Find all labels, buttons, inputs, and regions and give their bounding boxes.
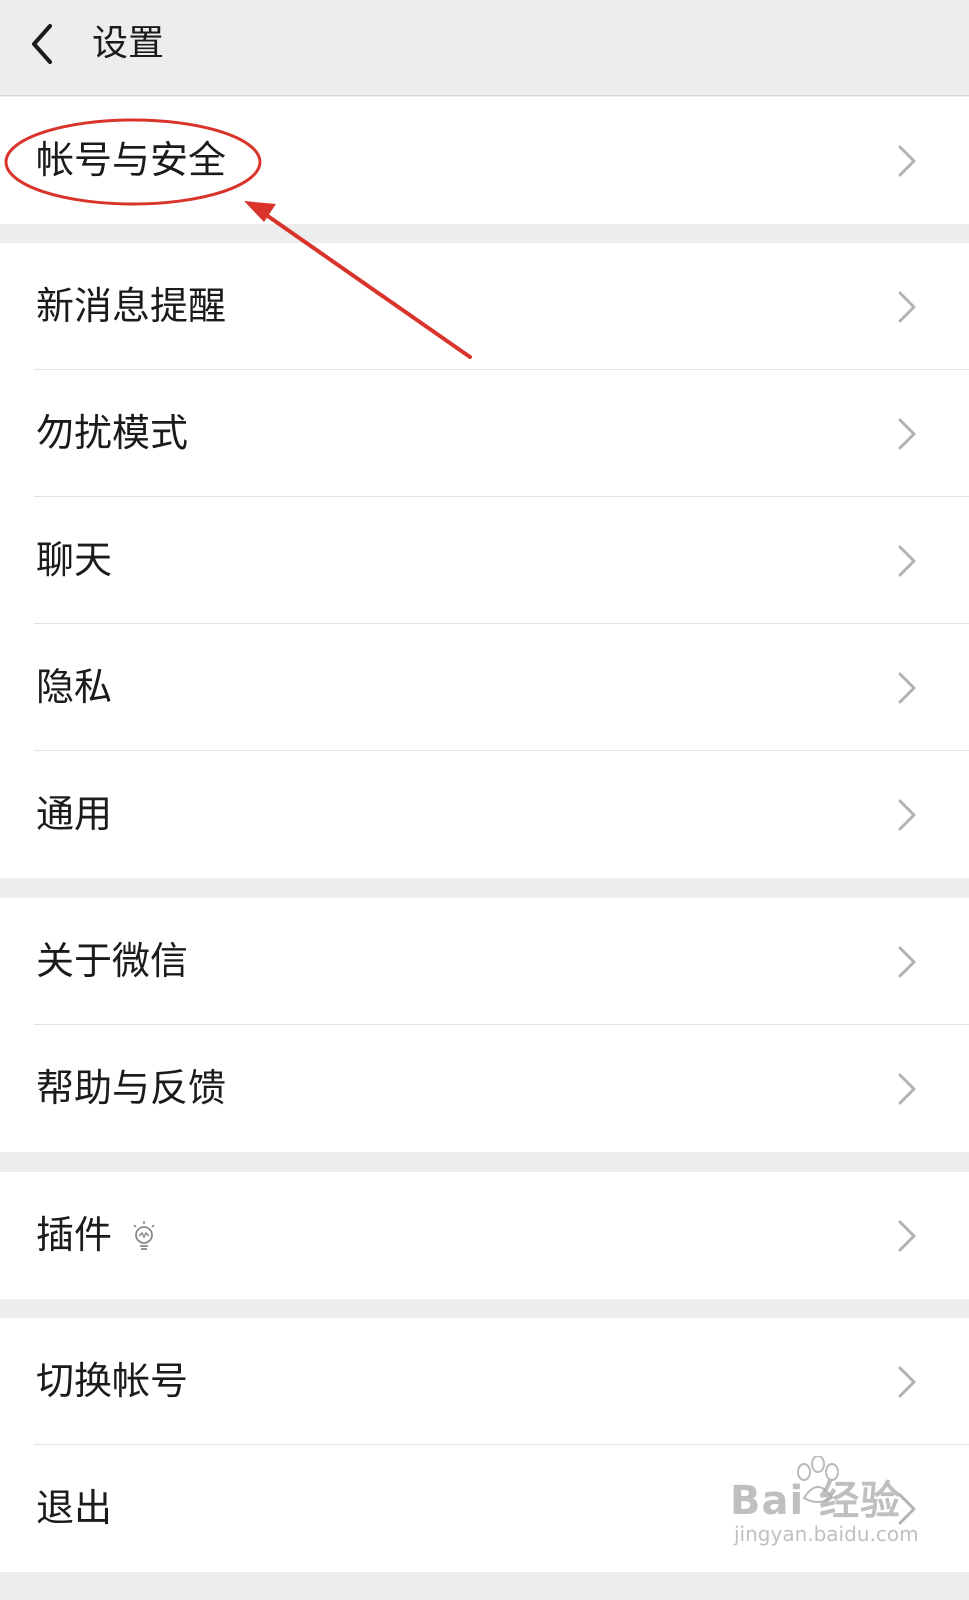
settings-item-about[interactable]: 关于微信	[0, 898, 969, 1025]
chevron-right-icon	[898, 1220, 916, 1252]
chevron-right-icon	[898, 946, 916, 978]
settings-item-label: 聊天	[36, 538, 113, 582]
chevron-right-icon	[898, 145, 916, 177]
settings-item-label: 切换帐号	[36, 1359, 189, 1403]
settings-item-label: 勿扰模式	[36, 411, 189, 455]
watermark-url: jingyan.baidu.com	[734, 1522, 919, 1546]
settings-item-label: 新消息提醒	[36, 284, 227, 328]
settings-group-about: 关于微信 帮助与反馈	[0, 898, 969, 1152]
settings-item-new-message-alert[interactable]: 新消息提醒	[0, 243, 969, 370]
chevron-right-icon	[898, 418, 916, 450]
settings-item-help-feedback[interactable]: 帮助与反馈	[0, 1025, 969, 1152]
lightbulb-icon	[133, 1221, 155, 1250]
settings-item-plugins[interactable]: 插件	[0, 1172, 969, 1299]
chevron-right-icon	[898, 1073, 916, 1105]
chevron-right-icon	[898, 291, 916, 323]
settings-item-privacy[interactable]: 隐私	[0, 624, 969, 751]
settings-item-chat[interactable]: 聊天	[0, 497, 969, 624]
settings-item-label: 帮助与反馈	[36, 1066, 227, 1110]
settings-group-main: 新消息提醒 勿扰模式 聊天 隐私 通用	[0, 243, 969, 878]
settings-item-label: 关于微信	[36, 939, 189, 983]
settings-group-plugins: 插件	[0, 1172, 969, 1299]
watermark-brand: Bai 经验	[730, 1478, 902, 1524]
settings-item-label: 帐号与安全	[36, 138, 227, 182]
chevron-right-icon	[898, 545, 916, 577]
chevron-right-icon	[898, 672, 916, 704]
top-bar: 设置	[0, 0, 969, 96]
settings-item-general[interactable]: 通用	[0, 751, 969, 878]
watermark: Bai 经验 jingyan.baidu.com	[730, 1456, 930, 1560]
settings-item-label: 插件	[36, 1213, 113, 1257]
settings-item-label: 隐私	[36, 665, 113, 709]
page-title: 设置	[92, 23, 165, 64]
settings-item-switch-account[interactable]: 切换帐号	[0, 1318, 969, 1445]
chevron-right-icon	[898, 1366, 916, 1398]
settings-item-label: 通用	[36, 792, 113, 836]
settings-group-account: 帐号与安全	[0, 97, 969, 224]
settings-item-account-security[interactable]: 帐号与安全	[0, 97, 969, 224]
settings-item-do-not-disturb[interactable]: 勿扰模式	[0, 370, 969, 497]
settings-item-label: 退出	[36, 1486, 113, 1530]
chevron-right-icon	[898, 799, 916, 831]
chevron-left-icon	[32, 24, 52, 64]
back-button[interactable]	[20, 20, 68, 68]
